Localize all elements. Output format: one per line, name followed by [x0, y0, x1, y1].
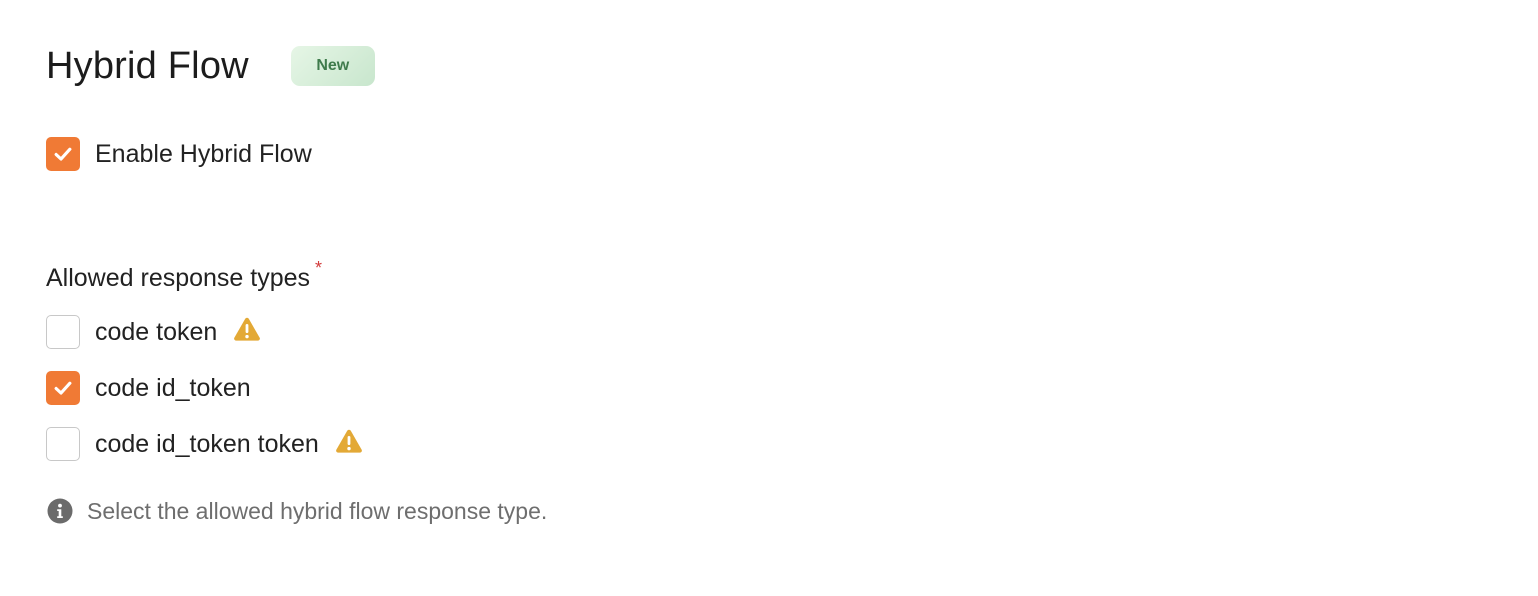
- checkmark-icon: [54, 381, 72, 395]
- hint-text: Select the allowed hybrid flow response …: [87, 497, 548, 524]
- hybrid-flow-section: Hybrid Flow New Enable Hybrid Flow Allow…: [46, 0, 1486, 596]
- code-id-token-label: code id_token: [95, 374, 251, 402]
- info-circle-icon: [46, 497, 74, 525]
- response-type-option-code-id-token[interactable]: code id_token: [46, 370, 251, 406]
- code-token-label: code token: [95, 318, 218, 346]
- checkmark-icon: [54, 147, 72, 161]
- section-title: Hybrid Flow: [46, 45, 249, 87]
- code-id-token-token-checkbox[interactable]: [46, 427, 80, 461]
- code-token-checkbox[interactable]: [46, 315, 80, 349]
- enable-hybrid-flow-label: Enable Hybrid Flow: [95, 140, 312, 168]
- new-badge: New: [290, 46, 375, 86]
- response-type-option-code-token[interactable]: code token: [46, 314, 261, 350]
- code-id-token-checkbox[interactable]: [46, 371, 80, 405]
- allowed-response-types-text: Allowed response types: [46, 264, 311, 292]
- warning-triangle-icon: [233, 316, 261, 342]
- code-id-token-token-label: code id_token token: [95, 430, 319, 458]
- response-type-hint: Select the allowed hybrid flow response …: [46, 494, 547, 528]
- allowed-response-types-label: Allowed response types *: [46, 258, 323, 298]
- enable-hybrid-flow-checkbox[interactable]: [46, 137, 80, 171]
- warning-triangle-icon: [335, 428, 363, 454]
- enable-hybrid-flow-option[interactable]: Enable Hybrid Flow: [46, 136, 312, 172]
- required-asterisk: *: [315, 258, 323, 278]
- response-type-option-code-id-token-token[interactable]: code id_token token: [46, 426, 363, 462]
- section-header: Hybrid Flow New: [46, 40, 375, 92]
